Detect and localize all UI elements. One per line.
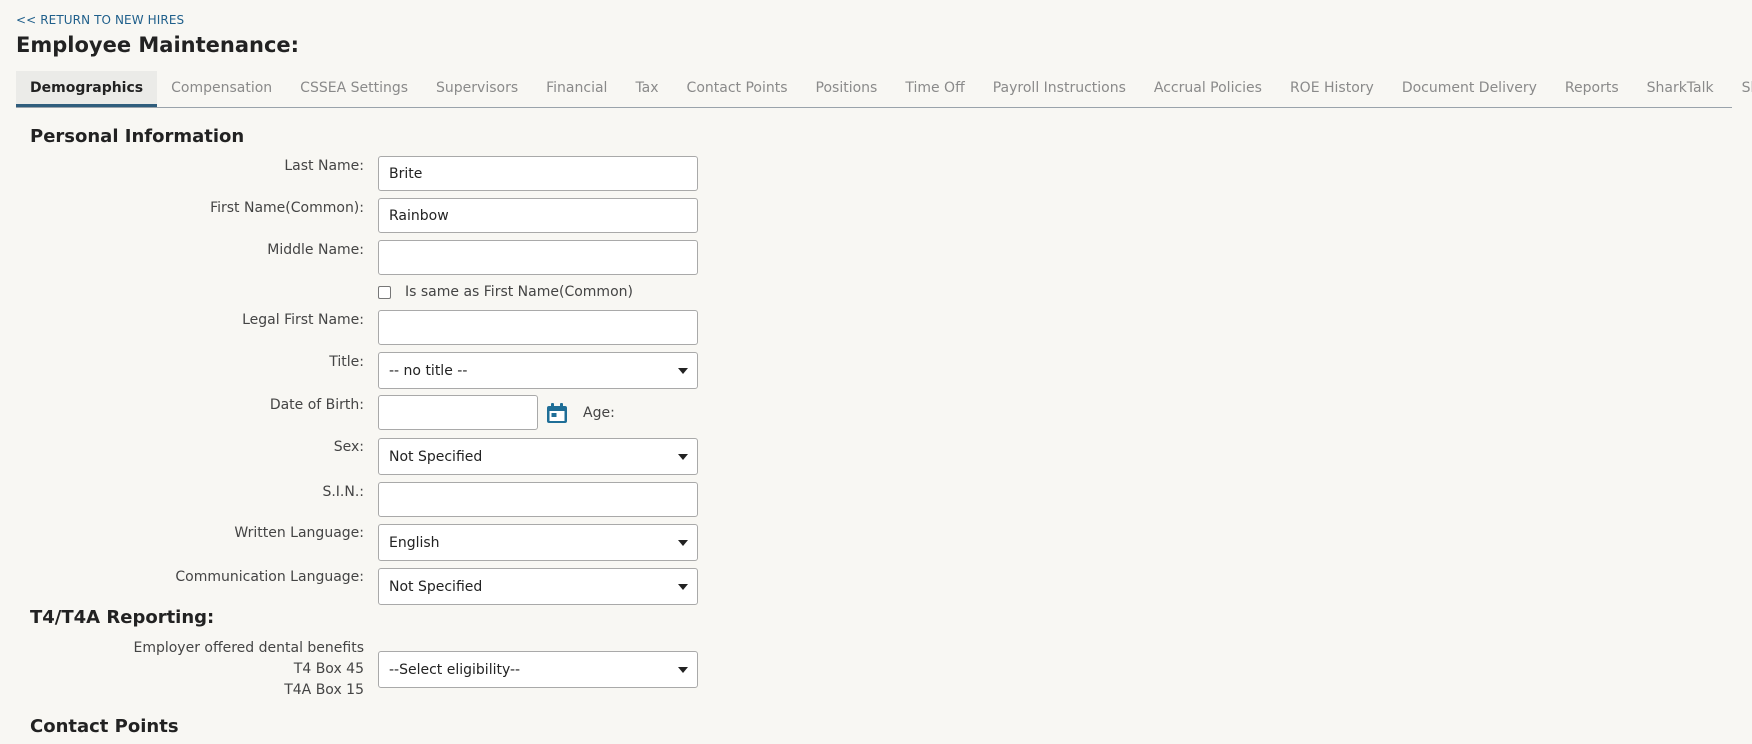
tab-financial[interactable]: Financial bbox=[532, 71, 621, 107]
tab-compensation[interactable]: Compensation bbox=[157, 71, 286, 107]
title-select-value: -- no title -- bbox=[389, 362, 468, 379]
tab-sharktalk[interactable]: SharkTalk bbox=[1633, 71, 1728, 107]
contact-points-heading: Contact Points bbox=[30, 716, 179, 737]
t4-box-45-label: T4 Box 45 bbox=[293, 661, 364, 677]
written-language-label: Written Language: bbox=[234, 525, 364, 541]
last-name-field[interactable] bbox=[378, 156, 698, 191]
same-as-first-name-label: Is same as First Name(Common) bbox=[405, 284, 633, 300]
first-name-label: First Name(Common): bbox=[210, 200, 364, 216]
tab-contact-points[interactable]: Contact Points bbox=[673, 71, 802, 107]
tab-roe-history[interactable]: ROE History bbox=[1276, 71, 1388, 107]
sin-field[interactable] bbox=[378, 482, 698, 517]
calendar-icon[interactable] bbox=[546, 403, 568, 424]
tab-document-delivery[interactable]: Document Delivery bbox=[1388, 71, 1551, 107]
dental-eligibility-select-value: --Select eligibility-- bbox=[389, 661, 521, 678]
t4a-box-15-label: T4A Box 15 bbox=[284, 682, 364, 698]
communication-language-select[interactable]: Not Specified bbox=[378, 568, 698, 605]
middle-name-label: Middle Name: bbox=[267, 242, 364, 258]
chevron-down-icon bbox=[678, 583, 688, 590]
middle-name-field[interactable] bbox=[378, 240, 698, 275]
same-as-first-name-checkbox[interactable] bbox=[378, 286, 391, 299]
tab-time-off[interactable]: Time Off bbox=[891, 71, 978, 107]
dental-benefits-label: Employer offered dental benefits T4 Box … bbox=[133, 638, 364, 701]
page-title: Employee Maintenance: bbox=[16, 33, 300, 57]
age-label: Age: bbox=[583, 405, 615, 421]
dental-eligibility-select[interactable]: --Select eligibility-- bbox=[378, 651, 698, 688]
legal-first-name-field[interactable] bbox=[378, 310, 698, 345]
date-of-birth-field[interactable] bbox=[378, 395, 538, 430]
tab-cssea-settings[interactable]: CSSEA Settings bbox=[286, 71, 422, 107]
tab-positions[interactable]: Positions bbox=[802, 71, 892, 107]
dental-benefits-label-line: Employer offered dental benefits bbox=[133, 640, 364, 656]
legal-first-name-label: Legal First Name: bbox=[242, 312, 364, 328]
tab-payroll-instructions[interactable]: Payroll Instructions bbox=[979, 71, 1140, 107]
tab-shiftshark[interactable]: ShiftShark bbox=[1728, 71, 1752, 107]
personal-information-heading: Personal Information bbox=[30, 126, 245, 147]
return-to-new-hires-link[interactable]: << RETURN TO NEW HIRES bbox=[16, 13, 184, 27]
tab-tax[interactable]: Tax bbox=[621, 71, 672, 107]
tab-accrual-policies[interactable]: Accrual Policies bbox=[1140, 71, 1276, 107]
date-of-birth-label: Date of Birth: bbox=[269, 397, 364, 413]
tab-supervisors[interactable]: Supervisors bbox=[422, 71, 532, 107]
sex-label: Sex: bbox=[333, 439, 364, 455]
first-name-field[interactable] bbox=[378, 198, 698, 233]
last-name-label: Last Name: bbox=[284, 158, 364, 174]
chevron-down-icon bbox=[678, 539, 688, 546]
communication-language-label: Communication Language: bbox=[175, 569, 364, 585]
title-label: Title: bbox=[329, 354, 364, 370]
chevron-down-icon bbox=[678, 666, 688, 673]
tab-bar: Demographics Compensation CSSEA Settings… bbox=[16, 71, 1752, 108]
sin-label: S.I.N.: bbox=[322, 484, 364, 500]
chevron-down-icon bbox=[678, 453, 688, 460]
communication-language-select-value: Not Specified bbox=[389, 578, 483, 595]
sex-select-value: Not Specified bbox=[389, 448, 483, 465]
title-select[interactable]: -- no title -- bbox=[378, 352, 698, 389]
tab-reports[interactable]: Reports bbox=[1551, 71, 1633, 107]
sex-select[interactable]: Not Specified bbox=[378, 438, 698, 475]
t4-reporting-heading: T4/T4A Reporting: bbox=[30, 607, 215, 628]
written-language-select[interactable]: English bbox=[378, 524, 698, 561]
tab-demographics[interactable]: Demographics bbox=[16, 71, 158, 107]
chevron-down-icon bbox=[678, 367, 688, 374]
written-language-select-value: English bbox=[389, 534, 440, 551]
